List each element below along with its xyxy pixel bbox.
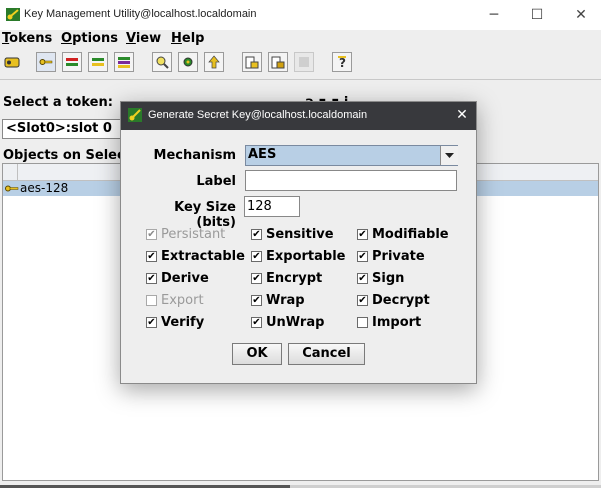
key-green-button[interactable] [88,52,108,72]
minimize-button[interactable]: ─ [480,4,508,26]
objects-label: Objects on Select [3,148,131,163]
checkbox-box[interactable]: ✔ [357,229,368,240]
cancel-button[interactable]: Cancel [288,343,365,365]
key-up-icon [208,55,220,69]
select-token-label: Select a token: [3,95,113,110]
gear-key-icon [183,57,193,67]
key-green-icon [92,58,104,66]
keysize-field[interactable]: 128 [244,196,300,217]
checkbox-box: ✔ [146,229,157,240]
checkbox-label: Persistant [161,227,226,242]
lock-file-2-button[interactable] [268,52,288,72]
menu-options-label: ptions [72,31,118,46]
checkbox-label: Wrap [266,293,305,308]
checkbox-box[interactable]: ✔ [357,295,368,306]
checkbox-box[interactable]: ✔ [251,295,262,306]
ok-button[interactable]: OK [232,343,282,365]
key-multi-icon [118,57,130,68]
app-key-icon [128,108,142,122]
menu-help-label: elp [181,31,205,46]
checkbox-box[interactable]: ✔ [146,251,157,262]
key-up-button[interactable] [204,52,224,72]
checkbox-box[interactable]: ✔ [357,273,368,284]
checkbox-label: Sensitive [266,227,334,242]
app-key-icon [6,8,20,21]
table-header-cell[interactable] [3,164,18,180]
menu-tokens[interactable]: Tokens [2,30,52,48]
disabled-button[interactable] [294,52,314,72]
mechanism-value: AES [248,147,277,162]
checkbox-label: Modifiable [372,227,449,242]
menu-options[interactable]: Options [61,30,118,48]
menu-view-mnemonic: V [126,31,136,46]
checkbox-label: Extractable [161,249,245,264]
generate-secret-key-dialog [120,101,477,384]
checkbox-label: Export [161,293,204,308]
checkbox-box[interactable]: ✔ [251,251,262,262]
checkbox-label: Import [372,315,422,330]
menu-help-mnemonic: H [171,31,182,46]
label-label: Label [196,174,236,189]
checkbox-box [146,295,157,306]
mechanism-dropdown-button[interactable] [440,146,458,165]
checkbox-box[interactable]: ✔ [146,273,157,284]
maximize-button[interactable]: ☐ [523,4,551,26]
disabled-icon [299,57,309,67]
checkbox-label: Sign [372,271,405,286]
gear-key-button[interactable] [178,52,198,72]
checkbox-label: Private [372,249,425,264]
dialog-close-button[interactable]: ✕ [452,104,472,126]
checkbox-box[interactable]: ✔ [146,317,157,328]
key-icon [39,59,53,65]
lock-file-button[interactable] [242,52,262,72]
menu-view-label: iew [135,31,162,46]
checkbox-box[interactable]: ✔ [251,229,262,240]
checkbox-box[interactable]: ✔ [251,317,262,328]
help-button[interactable]: ? [332,52,352,72]
token-button[interactable] [2,52,22,72]
lock-file-icon [245,56,259,69]
chevron-down-icon [445,153,454,158]
checkbox-label: Exportable [266,249,346,264]
token-select[interactable]: <Slot0>:slot 0 [2,119,130,139]
key-button[interactable] [36,52,56,72]
token-icon [4,57,20,68]
keysize-label: Key Size (bits) [174,200,236,230]
label-field[interactable] [245,170,457,191]
find-icon [156,56,169,69]
checkbox-box[interactable]: ✔ [357,251,368,262]
close-button[interactable]: ✕ [567,4,595,26]
help-icon: ? [338,56,346,69]
window-title: Key Management Utility@localhost.localdo… [24,8,257,20]
checkbox-label: Verify [161,315,205,330]
key-pair-button[interactable] [62,52,82,72]
menu-help[interactable]: Help [171,30,204,48]
mechanism-select[interactable] [245,145,458,166]
dialog-title: Generate Secret Key@localhost.localdomai… [148,109,368,121]
find-button[interactable] [152,52,172,72]
checkbox-label: Decrypt [372,293,430,308]
mechanism-label: Mechanism [153,148,236,163]
checkbox-label: Derive [161,271,209,286]
menu-view[interactable]: View [126,30,161,48]
lock-file-2-icon [271,56,285,69]
checkbox-label: Encrypt [266,271,323,286]
key-pair-icon [66,58,78,66]
key-multi-button[interactable] [114,52,134,72]
menu-tokens-label: okens [9,31,53,46]
checkbox-label: UnWrap [266,315,325,330]
menu-options-mnemonic: O [61,31,73,46]
checkbox-box[interactable]: ✔ [251,273,262,284]
object-name: aes-128 [20,181,69,195]
checkbox-box[interactable] [357,317,368,328]
key-icon [5,185,19,192]
